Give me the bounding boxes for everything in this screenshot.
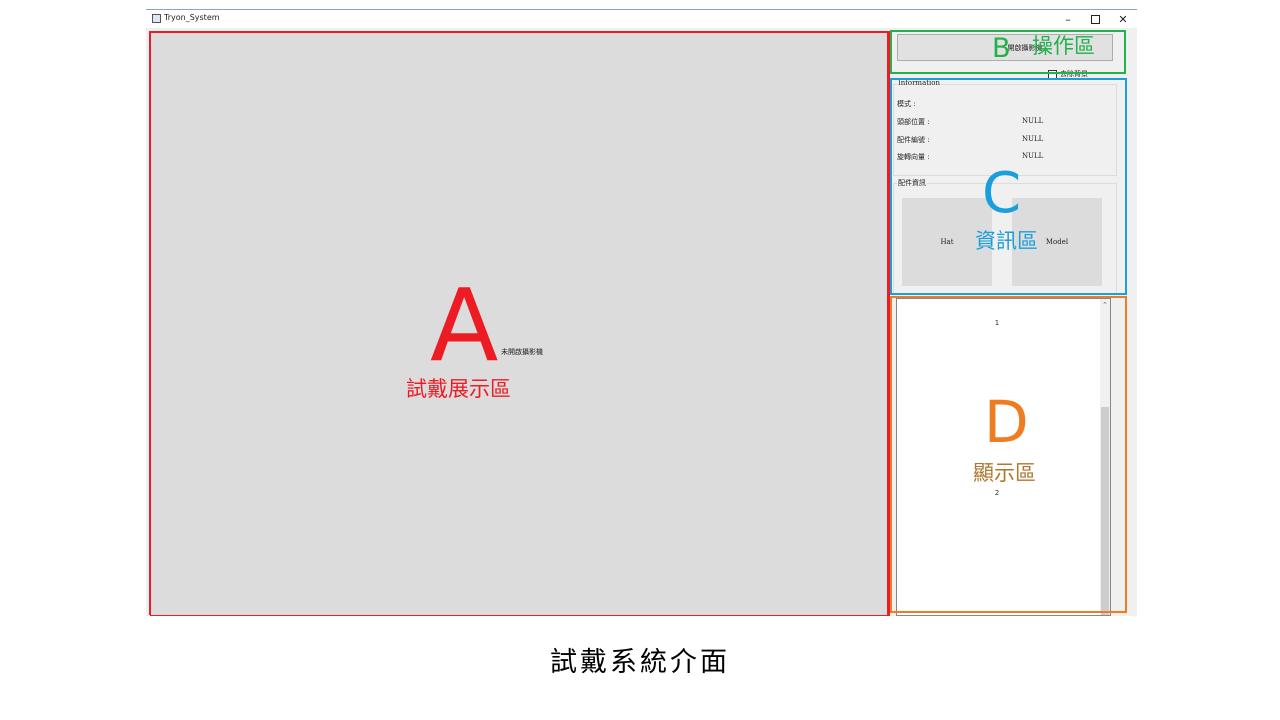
zone-a-label: 試戴展示區 — [406, 377, 511, 401]
window-title: Tryon_System — [164, 13, 220, 22]
title-bar: Tryon_System – ✕ — [146, 10, 1137, 28]
maximize-icon — [1090, 14, 1100, 24]
zone-d-letter: D — [984, 388, 1029, 456]
zone-c-label: 資訊區 — [975, 229, 1038, 253]
close-button[interactable]: ✕ — [1109, 10, 1137, 28]
zone-a-letter: A — [430, 267, 499, 384]
zone-c-letter: C — [982, 161, 1022, 226]
zone-b-label: 操作區 — [1032, 34, 1095, 58]
figure-caption: 試戴系統介面 — [550, 647, 730, 678]
zone-a-outline — [149, 31, 889, 615]
minimize-button[interactable]: – — [1054, 10, 1082, 28]
zone-b-letter: B — [992, 33, 1011, 64]
maximize-button[interactable] — [1081, 10, 1109, 28]
zone-d-label: 顯示區 — [973, 461, 1036, 485]
app-icon — [152, 14, 161, 23]
